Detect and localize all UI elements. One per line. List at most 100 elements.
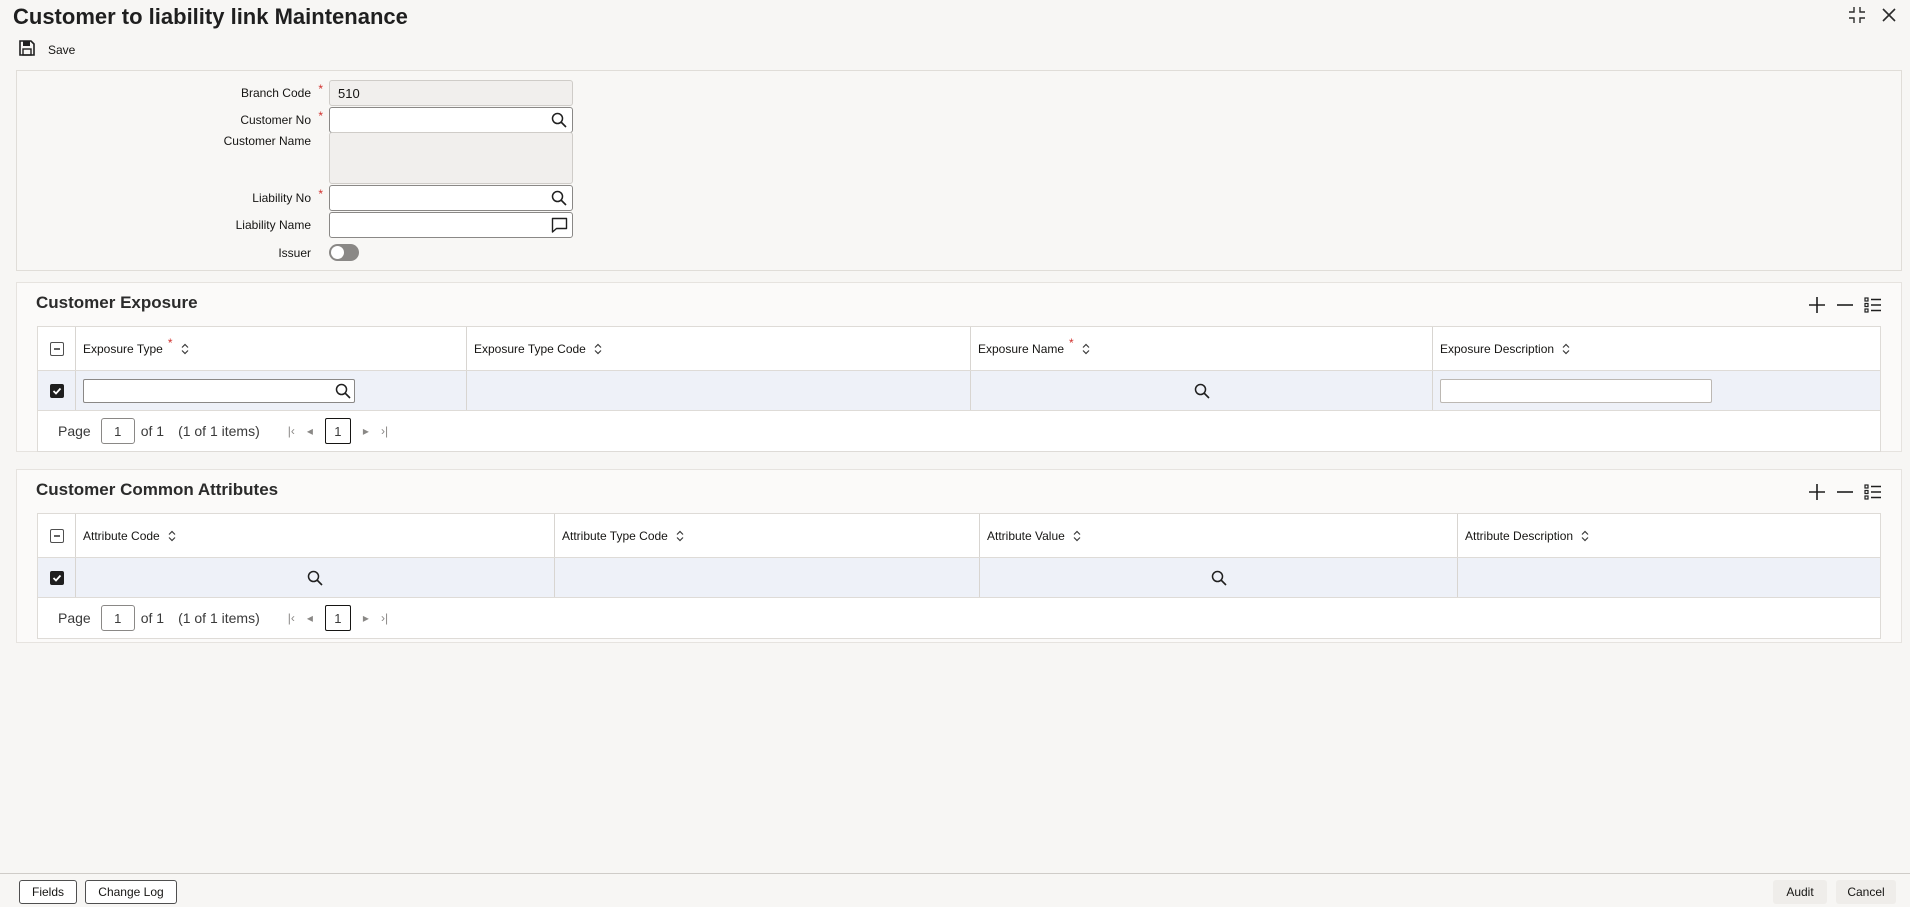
required-mark: * (318, 109, 323, 123)
liability-no-row: Liability No * (17, 185, 573, 211)
audit-button[interactable]: Audit (1773, 880, 1827, 904)
liability-name-field[interactable] (329, 212, 573, 238)
current-page-button[interactable]: 1 (324, 418, 351, 444)
select-all-checkbox[interactable] (49, 341, 64, 356)
sort-icon[interactable] (1581, 530, 1589, 542)
footer-bar: Fields Change Log Audit Cancel (0, 873, 1910, 907)
column-header-exposure-type-code[interactable]: Exposure Type Code (467, 327, 971, 370)
comment-icon[interactable] (550, 216, 568, 234)
fields-button[interactable]: Fields (19, 880, 77, 904)
last-page-icon[interactable]: ›| (381, 611, 388, 625)
close-icon[interactable] (1878, 4, 1900, 26)
change-log-button[interactable]: Change Log (85, 880, 177, 904)
prev-page-icon[interactable]: ◂ (307, 424, 313, 438)
save-label: Save (48, 43, 76, 57)
sort-icon[interactable] (168, 530, 176, 542)
search-icon[interactable] (971, 383, 1432, 399)
customer-no-row: Customer No * (17, 107, 573, 133)
exposure-grid: Exposure Type * Exposure Type Code Exposu… (37, 326, 1881, 452)
customer-common-attributes-title: Customer Common Attributes (36, 480, 279, 499)
page-label: Page (58, 610, 91, 626)
add-row-icon[interactable] (1807, 295, 1827, 315)
customer-exposure-section: Customer Exposure Exposure Type * Exposur… (16, 282, 1902, 452)
sort-icon[interactable] (676, 530, 684, 542)
sort-icon[interactable] (1562, 343, 1570, 355)
exposure-name-cell (971, 371, 1433, 410)
column-header-attribute-description[interactable]: Attribute Description (1458, 514, 1880, 557)
attributes-actions (1807, 482, 1883, 502)
save-button[interactable]: Save (18, 38, 75, 62)
row-checkbox[interactable] (49, 383, 64, 398)
customer-no-field[interactable] (329, 107, 573, 133)
exposure-pagination: Page 1 of 1 (1 of 1 items) |‹ ◂ 1 ▸ ›| (38, 411, 1880, 451)
delete-row-icon[interactable] (1835, 295, 1855, 315)
sort-icon[interactable] (1073, 530, 1081, 542)
last-page-icon[interactable]: ›| (381, 424, 388, 438)
items-count: (1 of 1 items) (178, 423, 260, 439)
column-header-exposure-name[interactable]: Exposure Name * (971, 327, 1433, 370)
prev-page-icon[interactable]: ◂ (307, 611, 313, 625)
header-form: Branch Code * 510 Customer No * Customer N… (16, 70, 1902, 271)
branch-code-field[interactable]: 510 (329, 80, 573, 106)
customer-no-label: Customer No (240, 113, 311, 127)
branch-code-row: Branch Code * 510 (17, 80, 573, 106)
exposure-grid-header: Exposure Type * Exposure Type Code Exposu… (38, 327, 1880, 371)
search-icon[interactable] (76, 570, 554, 586)
attributes-grid: Attribute Code Attribute Type Code Attri… (37, 513, 1881, 639)
next-page-icon[interactable]: ▸ (363, 424, 369, 438)
first-page-icon[interactable]: |‹ (288, 424, 295, 438)
row-checkbox[interactable] (49, 570, 64, 585)
branch-code-label: Branch Code (240, 86, 311, 100)
customer-name-field (329, 132, 573, 184)
select-all-checkbox[interactable] (49, 528, 64, 543)
exposure-type-input[interactable] (83, 378, 355, 403)
delete-row-icon[interactable] (1835, 482, 1855, 502)
title-bar: Customer to liability link Maintenance (0, 0, 1910, 36)
table-row[interactable] (38, 558, 1880, 598)
attribute-value-cell (980, 558, 1458, 597)
exposure-actions (1807, 295, 1883, 315)
list-view-icon[interactable] (1863, 482, 1883, 502)
window-controls (1846, 4, 1900, 26)
add-row-icon[interactable] (1807, 482, 1827, 502)
save-icon (18, 39, 36, 62)
issuer-toggle[interactable] (329, 244, 359, 261)
column-header-attribute-value[interactable]: Attribute Value (980, 514, 1458, 557)
customer-name-label: Customer Name (223, 134, 311, 148)
column-header-exposure-description[interactable]: Exposure Description (1433, 327, 1880, 370)
search-icon[interactable] (550, 111, 568, 129)
liability-name-label: Liability Name (235, 218, 311, 232)
page-count: of 1 (140, 423, 165, 439)
sort-icon[interactable] (1082, 343, 1090, 355)
page-input[interactable]: 1 (100, 418, 135, 444)
required-mark: * (167, 335, 173, 350)
sort-icon[interactable] (181, 343, 189, 355)
page-input[interactable]: 1 (100, 605, 135, 631)
column-header-attribute-type-code[interactable]: Attribute Type Code (555, 514, 980, 557)
page-count: of 1 (140, 610, 165, 626)
first-page-icon[interactable]: |‹ (288, 611, 295, 625)
issuer-label: Issuer (278, 245, 311, 260)
attribute-code-cell (76, 558, 555, 597)
current-page-button[interactable]: 1 (324, 605, 351, 631)
column-header-attribute-code[interactable]: Attribute Code (76, 514, 555, 557)
exposure-description-input[interactable] (1440, 378, 1712, 403)
search-icon[interactable] (980, 570, 1457, 586)
required-mark: * (1069, 335, 1074, 350)
page-title: Customer to liability link Maintenance (13, 4, 408, 29)
next-page-icon[interactable]: ▸ (363, 611, 369, 625)
collapse-icon[interactable] (1846, 4, 1868, 26)
list-view-icon[interactable] (1863, 295, 1883, 315)
table-row[interactable] (38, 371, 1880, 411)
cancel-button[interactable]: Cancel (1836, 880, 1896, 904)
search-icon[interactable] (550, 189, 568, 207)
exposure-type-code-cell (467, 371, 971, 410)
attribute-description-cell (1458, 558, 1880, 597)
required-mark: * (318, 187, 323, 201)
liability-no-field[interactable] (329, 185, 573, 211)
sort-icon[interactable] (594, 343, 602, 355)
customer-common-attributes-section: Customer Common Attributes Attribute Cod… (16, 469, 1902, 643)
search-icon[interactable] (335, 383, 351, 402)
customer-exposure-title: Customer Exposure (36, 293, 198, 312)
column-header-exposure-type[interactable]: Exposure Type * (76, 327, 467, 370)
